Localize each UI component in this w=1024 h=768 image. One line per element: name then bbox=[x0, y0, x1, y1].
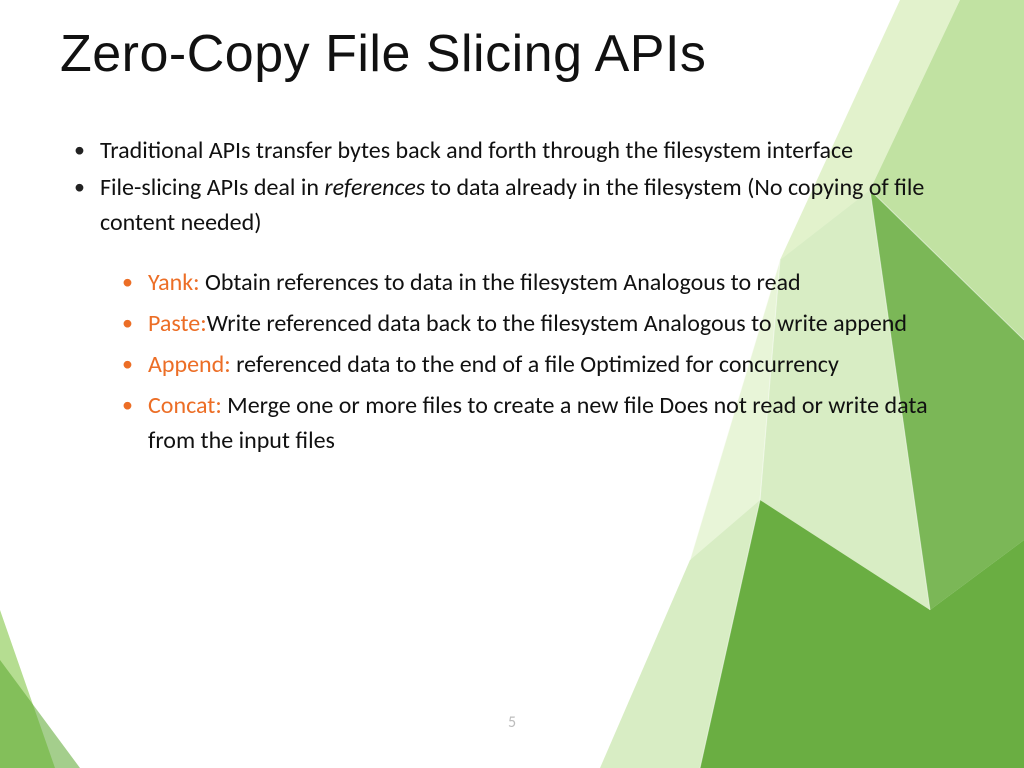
bullet-text: Traditional APIs transfer bytes back and… bbox=[100, 136, 853, 165]
bullet-text-em: references bbox=[324, 173, 425, 202]
sub-bullet: Paste:Write referenced data back to the … bbox=[120, 307, 964, 342]
term-desc: Obtain references to data in the filesys… bbox=[200, 268, 801, 297]
slide-title: Zero-Copy File Slicing APIs bbox=[60, 24, 964, 84]
term-desc: Write referenced data back to the filesy… bbox=[207, 309, 907, 338]
term-label: Concat: bbox=[148, 391, 222, 420]
term-label: Paste: bbox=[148, 309, 207, 338]
slide-content: Zero-Copy File Slicing APIs Traditional … bbox=[60, 24, 964, 458]
top-bullet: Traditional APIs transfer bytes back and… bbox=[72, 134, 964, 169]
sub-bullet: Append: referenced data to the end of a … bbox=[120, 348, 964, 383]
sub-bullet: Concat: Merge one or more files to creat… bbox=[120, 389, 964, 459]
top-bullet: File-slicing APIs deal in references to … bbox=[72, 171, 964, 241]
bullet-text-pre: File-slicing APIs deal in bbox=[100, 173, 324, 202]
page-number: 5 bbox=[0, 713, 1024, 732]
term-desc: referenced data to the end of a file Opt… bbox=[231, 350, 839, 379]
slide: Zero-Copy File Slicing APIs Traditional … bbox=[0, 0, 1024, 768]
term-label: Append: bbox=[148, 350, 231, 379]
term-desc: Merge one or more files to create a new … bbox=[148, 391, 928, 455]
term-label: Yank: bbox=[148, 268, 200, 297]
top-bullet-list: Traditional APIs transfer bytes back and… bbox=[60, 134, 964, 240]
sub-bullet: Yank: Obtain references to data in the f… bbox=[120, 266, 964, 301]
sub-bullet-list: Yank: Obtain references to data in the f… bbox=[60, 266, 964, 458]
